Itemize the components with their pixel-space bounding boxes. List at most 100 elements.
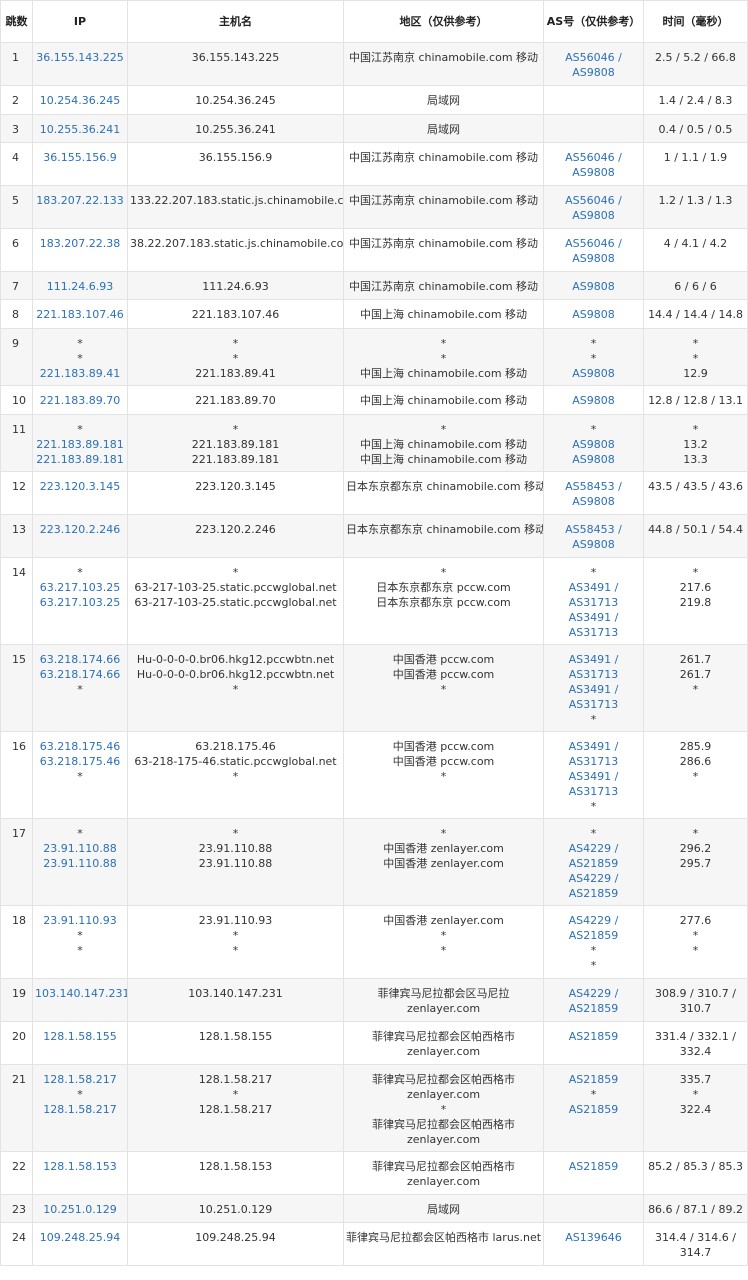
as-value[interactable]: AS9808 (546, 208, 641, 223)
ip-value[interactable]: 109.248.25.94 (35, 1230, 125, 1245)
ip-value[interactable]: 36.155.143.225 (35, 50, 125, 65)
as-value[interactable]: AS56046 / (546, 150, 641, 165)
ip-value[interactable]: 221.183.89.181 (35, 452, 125, 467)
as-value[interactable]: AS21859 (546, 1072, 641, 1087)
time-cell: 6 / 6 / 6 (643, 271, 748, 300)
as-value[interactable]: AS58453 / (546, 522, 641, 537)
as-value[interactable]: AS9808 (546, 65, 641, 80)
as-value[interactable]: AS31713 (546, 697, 641, 712)
as-value[interactable]: AS9808 (546, 279, 641, 294)
as-value[interactable]: AS3491 / (546, 739, 641, 754)
as-value[interactable]: AS9808 (546, 165, 641, 180)
ip-value[interactable]: 183.207.22.38 (35, 236, 125, 251)
ip-value[interactable]: 223.120.3.145 (35, 479, 125, 494)
hop-number: 24 (12, 1231, 26, 1244)
as-value[interactable]: AS4229 / (546, 913, 641, 928)
ip-value[interactable]: 63.218.175.46 (35, 739, 125, 754)
ip-value[interactable]: 63.218.174.66 (35, 652, 125, 667)
ip-value[interactable]: 63.218.174.66 (35, 667, 125, 682)
host-value: * (232, 337, 239, 350)
region-value: * (440, 566, 447, 579)
as-value[interactable]: AS9808 (546, 494, 641, 509)
as-value[interactable]: AS3491 / (546, 769, 641, 784)
ip-value[interactable]: 128.1.58.217 (35, 1072, 125, 1087)
ip-value[interactable]: 128.1.58.217 (35, 1102, 125, 1117)
host-value: 221.183.89.181 (191, 453, 280, 466)
as-value[interactable]: AS9808 (546, 307, 641, 322)
time-cell: 2.5 / 5.2 / 66.8 (643, 42, 748, 86)
as-cell: AS9808 (543, 385, 644, 415)
as-cell: * AS3491 /AS31713 AS3491 /AS31713 (543, 557, 644, 645)
ip-cell: 223.120.2.246 (32, 514, 128, 558)
ip-cell: * 63.217.103.25 63.217.103.25 (32, 557, 128, 645)
ip-value[interactable]: 23.91.110.88 (35, 841, 125, 856)
time-cell: 44.8 / 50.1 / 54.4 (643, 514, 748, 558)
ip-value[interactable]: 221.183.89.70 (35, 393, 125, 408)
as-value[interactable]: AS9808 (546, 393, 641, 408)
region-value: * (440, 1103, 447, 1116)
as-value[interactable]: AS3491 / (546, 652, 641, 667)
ip-value[interactable]: 111.24.6.93 (35, 279, 125, 294)
ip-value[interactable]: 221.183.107.46 (35, 307, 125, 322)
ip-value[interactable]: 63.217.103.25 (35, 580, 125, 595)
ip-value[interactable]: 223.120.2.246 (35, 522, 125, 537)
region-value: * (440, 770, 447, 783)
ip-cell: 223.120.3.145 (32, 471, 128, 515)
ip-value[interactable]: 221.183.89.181 (35, 437, 125, 452)
as-value[interactable]: AS31713 (546, 667, 641, 682)
ip-value[interactable]: 63.218.175.46 (35, 754, 125, 769)
ip-value[interactable]: 221.183.89.41 (35, 366, 125, 381)
as-value[interactable]: AS21859 (546, 1001, 641, 1016)
ip-value[interactable]: 23.91.110.93 (35, 913, 125, 928)
as-value[interactable]: AS31713 (546, 595, 641, 610)
region-cell: 日本东京都东京 chinamobile.com 移动 (343, 514, 544, 558)
as-value[interactable]: AS9808 (546, 537, 641, 552)
as-value[interactable]: AS4229 / (546, 841, 641, 856)
as-value[interactable]: AS56046 / (546, 50, 641, 65)
as-value[interactable]: AS3491 / (546, 580, 641, 595)
as-value[interactable]: AS31713 (546, 754, 641, 769)
ip-value[interactable]: 63.217.103.25 (35, 595, 125, 610)
as-value[interactable]: AS21859 (546, 1029, 641, 1044)
ip-value[interactable]: 36.155.156.9 (35, 150, 125, 165)
ip-value[interactable]: 10.255.36.241 (35, 122, 125, 137)
ip-cell: 128.1.58.153 (32, 1151, 128, 1195)
hop-number: 18 (12, 914, 26, 927)
time-value: * (692, 352, 699, 365)
as-value[interactable]: AS4229 / (546, 871, 641, 886)
as-value[interactable]: AS139646 (546, 1230, 641, 1245)
time-value: 310.7 (679, 1002, 712, 1015)
as-value[interactable]: AS21859 (546, 928, 641, 943)
as-value[interactable]: AS3491 / (546, 610, 641, 625)
ip-value[interactable]: 183.207.22.133 (35, 193, 125, 208)
as-value[interactable]: AS21859 (546, 1159, 641, 1174)
ip-value[interactable]: 128.1.58.153 (35, 1159, 125, 1174)
as-value[interactable]: AS31713 (546, 784, 641, 799)
ip-value[interactable]: 10.251.0.129 (35, 1202, 125, 1217)
as-value[interactable]: AS21859 (546, 1102, 641, 1117)
as-value[interactable]: AS3491 / (546, 682, 641, 697)
time-value: * (692, 827, 699, 840)
table-row: 6 183.207.22.38 38.22.207.183.static.js.ch… (0, 228, 748, 272)
as-value[interactable]: AS58453 / (546, 479, 641, 494)
ip-value[interactable]: 10.254.36.245 (35, 93, 125, 108)
region-value: 中国香港 pccw.com (392, 668, 495, 681)
as-value[interactable]: AS21859 (546, 886, 641, 901)
table-row: 17 * 23.91.110.88 23.91.110.88 * 23.91.110.88… (0, 818, 748, 906)
ip-cell: 10.251.0.129 (32, 1194, 128, 1223)
host-value: 10.255.36.241 (195, 123, 276, 136)
as-value[interactable]: AS9808 (546, 437, 641, 452)
as-value[interactable]: AS21859 (546, 856, 641, 871)
as-value[interactable]: AS31713 (546, 625, 641, 640)
as-value[interactable]: AS56046 / (546, 193, 641, 208)
ip-value[interactable]: 128.1.58.155 (35, 1029, 125, 1044)
as-value[interactable]: AS9808 (546, 251, 641, 266)
as-value[interactable]: AS9808 (546, 366, 641, 381)
as-value[interactable]: AS9808 (546, 452, 641, 467)
ip-value[interactable]: 23.91.110.88 (35, 856, 125, 871)
as-value[interactable]: AS4229 / (546, 986, 641, 1001)
time-cell: 12.8 / 12.8 / 13.1 (643, 385, 748, 415)
host-cell: 221.183.107.46 (127, 299, 344, 329)
ip-value[interactable]: 103.140.147.231 (35, 986, 127, 1001)
as-value[interactable]: AS56046 / (546, 236, 641, 251)
